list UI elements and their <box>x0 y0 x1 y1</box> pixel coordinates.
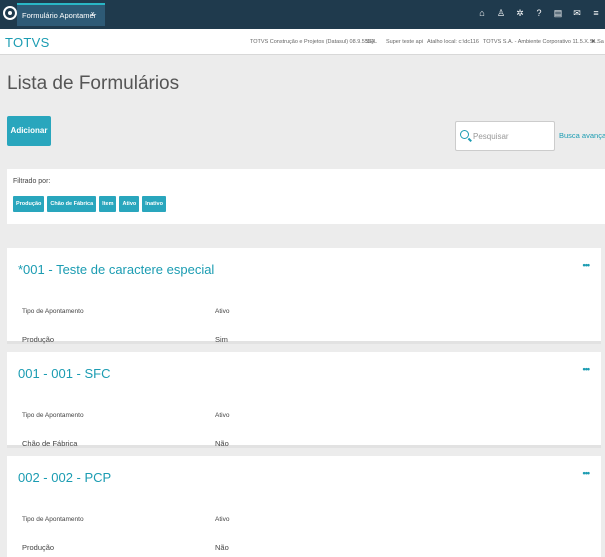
exit-button[interactable]: ✖ Sa <box>591 39 604 45</box>
company-info: TOTVS Construção e Projetos (Datasul) 08… <box>250 39 375 45</box>
more-options-icon[interactable]: ••• <box>583 260 591 270</box>
col-header-ativo: Ativo <box>215 412 230 419</box>
filter-chip-chao-de-fabrica[interactable]: Chão de Fábrica <box>47 196 97 212</box>
more-options-icon[interactable]: ••• <box>583 364 591 374</box>
page-title: Lista de Formulários <box>7 73 180 94</box>
menu-icon[interactable]: ≡ <box>591 8 601 19</box>
filter-chip-inativo[interactable]: Inativo <box>142 196 166 212</box>
form-card: *001 - Teste de caractere especial ••• T… <box>7 248 601 344</box>
search-placeholder: Pesquisar <box>473 132 509 141</box>
search-input[interactable]: Pesquisar <box>455 121 555 151</box>
col-header-ativo: Ativo <box>215 308 230 315</box>
card-title[interactable]: *001 - Teste de caractere especial <box>18 262 214 277</box>
card-title[interactable]: 002 - 002 - PCP <box>18 470 111 485</box>
database-info: SQL <box>366 39 378 45</box>
filter-panel: Filtrado por: Produção Chão de Fábrica I… <box>7 169 605 224</box>
card-title[interactable]: 001 - 001 - SFC <box>18 366 111 381</box>
col-header-tipo: Tipo de Apontamento <box>22 412 84 419</box>
brand-logo: TOTVS <box>5 35 50 50</box>
col-header-tipo: Tipo de Apontamento <box>22 516 84 523</box>
col-value-ativo: Não <box>215 543 229 552</box>
tab-close-icon[interactable]: x <box>91 11 95 18</box>
top-icons: ⌂ ♙ ✲ ? ▤ ✉ ≡ <box>477 8 601 19</box>
document-icon[interactable]: ▤ <box>553 8 563 19</box>
help-icon[interactable]: ? <box>534 8 544 19</box>
user-info: Super teste api <box>386 39 423 45</box>
col-value-tipo: Produção <box>22 335 55 344</box>
col-header-tipo: Tipo de Apontamento <box>22 308 84 315</box>
col-value-tipo: Chão de Fábrica <box>22 439 78 448</box>
mail-icon[interactable]: ✉ <box>572 8 582 19</box>
filter-chip-ativo[interactable]: Ativo <box>119 196 140 212</box>
info-bar: TOTVS TOTVS Construção e Projetos (Datas… <box>0 29 605 55</box>
form-card: 001 - 001 - SFC ••• Tipo de Apontamento … <box>7 352 601 448</box>
tab-formulario-apontamento[interactable]: Formulário Apontamer x <box>17 3 105 26</box>
col-header-ativo: Ativo <box>215 516 230 523</box>
sitemap-icon[interactable]: ♙ <box>496 8 506 19</box>
form-card: 002 - 002 - PCP ••• Tipo de Apontamento … <box>7 456 601 557</box>
col-value-ativo: Não <box>215 439 229 448</box>
shortcut-info: Atalho local: c:\dc116 <box>427 39 479 45</box>
advanced-search-link[interactable]: Busca avançada <box>559 131 605 140</box>
more-options-icon[interactable]: ••• <box>583 468 591 478</box>
filter-chips: Produção Chão de Fábrica Item Ativo Inat… <box>13 196 166 212</box>
filter-label: Filtrado por: <box>13 178 51 185</box>
top-bar: Formulário Apontamer x ⌂ ♙ ✲ ? ▤ ✉ ≡ <box>0 0 605 29</box>
col-value-tipo: Produção <box>22 543 55 552</box>
gear-icon[interactable]: ✲ <box>515 8 525 19</box>
add-button[interactable]: Adicionar <box>7 116 51 146</box>
tab-label: Formulário Apontamer <box>22 11 97 20</box>
search-icon <box>460 130 469 139</box>
app-logo-icon[interactable] <box>3 6 17 20</box>
home-icon[interactable]: ⌂ <box>477 8 487 19</box>
col-value-ativo: Sim <box>215 335 228 344</box>
filter-chip-producao[interactable]: Produção <box>13 196 45 212</box>
environment-info: TOTVS S.A. - Ambiente Corporativo 11.5.X… <box>483 39 598 45</box>
filter-chip-item[interactable]: Item <box>99 196 117 212</box>
